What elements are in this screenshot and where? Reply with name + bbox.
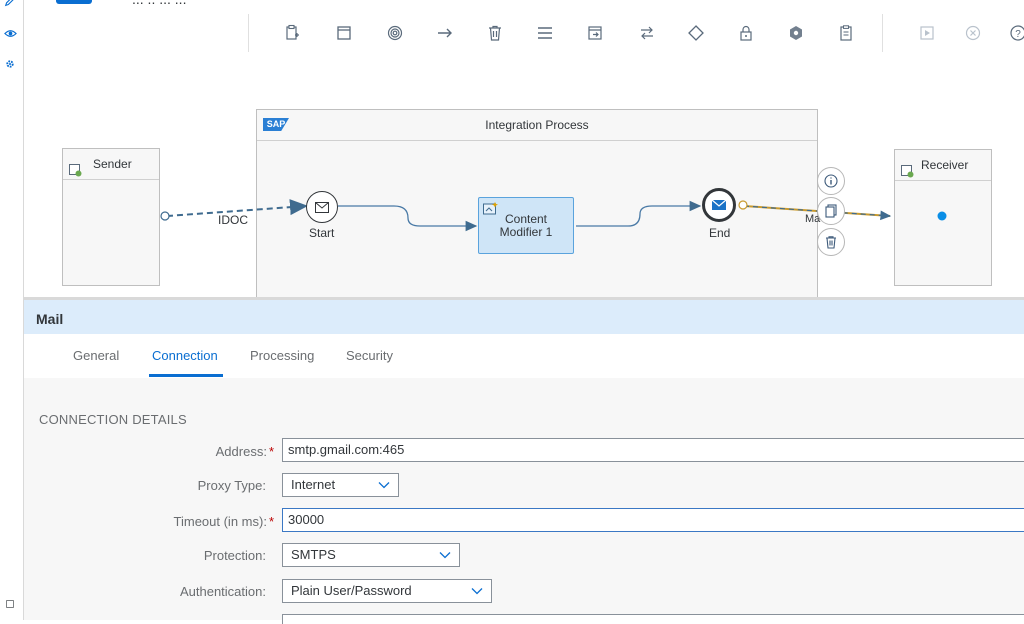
title-badge: [56, 0, 92, 4]
info-icon: [824, 174, 838, 188]
protection-select[interactable]: SMTPS: [282, 543, 460, 567]
help-icon[interactable]: ?: [1007, 22, 1024, 44]
delete-icon[interactable]: [484, 22, 506, 44]
proxy-type-value: Internet: [291, 477, 336, 492]
call-icon[interactable]: [584, 22, 606, 44]
toolbar-separator: [248, 14, 249, 52]
title-strip: ... .. ... ...: [24, 0, 1024, 15]
idoc-label[interactable]: IDOC: [218, 213, 248, 227]
trash-icon: [826, 236, 836, 249]
connector-arrow-icon[interactable]: [434, 22, 456, 44]
protection-label: Protection:: [203, 548, 266, 563]
authentication-label: Authentication:: [179, 584, 266, 599]
address-input[interactable]: smtp.gmail.com:465: [282, 438, 1024, 462]
info-button[interactable]: [817, 167, 845, 195]
svg-text:?: ?: [1015, 29, 1021, 40]
page-title: ... .. ... ...: [132, 0, 186, 7]
next-field-input[interactable]: [282, 614, 1024, 624]
proxy-type-select[interactable]: Internet: [282, 473, 399, 497]
transformation-icon[interactable]: [785, 22, 807, 44]
chevron-down-icon: [471, 588, 483, 595]
process-icon[interactable]: [333, 22, 355, 44]
edit-icon[interactable]: [3, 0, 17, 10]
receiver-endpoint: [937, 211, 947, 221]
delete-button[interactable]: [817, 228, 845, 256]
flow-connections: [160, 199, 947, 232]
properties-title: Mail: [36, 311, 64, 327]
participants-icon[interactable]: [281, 22, 303, 44]
routing-icon[interactable]: [685, 22, 707, 44]
content-modifier-line2: Modifier 1: [499, 225, 553, 239]
properties-header: Mail: [24, 300, 1024, 335]
envelope-icon: [315, 201, 329, 213]
end-event[interactable]: [702, 188, 736, 222]
tab-general[interactable]: General: [73, 348, 119, 363]
chevron-down-icon: [439, 552, 451, 559]
gear-icon[interactable]: [3, 58, 17, 72]
properties-tabs: General Connection Processing Security: [24, 334, 1024, 379]
active-tab-indicator: [149, 374, 223, 377]
copy-icon: [825, 204, 837, 218]
timeout-label: Timeout (in ms): *: [173, 514, 274, 529]
simulation-icon[interactable]: [916, 22, 938, 44]
authentication-value: Plain User/Password: [291, 583, 412, 598]
chevron-down-icon: [378, 482, 390, 489]
tab-security[interactable]: Security: [346, 348, 393, 363]
sequence-flow: [576, 200, 702, 227]
copy-button[interactable]: [817, 197, 845, 225]
help-icon[interactable]: [3, 598, 17, 612]
mapping-icon[interactable]: [636, 22, 658, 44]
stop-simulation-icon[interactable]: [962, 22, 984, 44]
security-lock-icon[interactable]: [735, 22, 757, 44]
start-event[interactable]: [306, 191, 338, 223]
tab-processing[interactable]: Processing: [250, 348, 314, 363]
events-icon[interactable]: [384, 22, 406, 44]
end-label: End: [709, 226, 731, 240]
connection-form: CONNECTION DETAILS Address: * smtp.gmail.…: [24, 378, 1024, 624]
eye-icon[interactable]: [3, 27, 17, 41]
palette-toolbar: ?: [24, 14, 1024, 53]
proxy-type-label: Proxy Type:: [197, 478, 266, 493]
sequence-flow: [338, 205, 478, 232]
menu-icon[interactable]: [534, 22, 556, 44]
protection-value: SMTPS: [291, 547, 336, 562]
start-label: Start: [309, 226, 335, 240]
address-label: Address: *: [215, 444, 274, 459]
persistence-icon[interactable]: [835, 22, 857, 44]
section-title: CONNECTION DETAILS: [39, 412, 187, 427]
timeout-input[interactable]: 30000: [282, 508, 1024, 532]
left-rail: [0, 0, 24, 620]
toolbar-separator: [882, 14, 883, 52]
authentication-select[interactable]: Plain User/Password: [282, 579, 492, 603]
process-canvas[interactable]: Sender SAP Integration Process Receiver: [24, 52, 1024, 297]
content-modifier-step[interactable]: Content Modifier 1: [478, 197, 574, 254]
envelope-filled-icon: [711, 199, 727, 210]
tab-connection[interactable]: Connection: [152, 348, 218, 363]
